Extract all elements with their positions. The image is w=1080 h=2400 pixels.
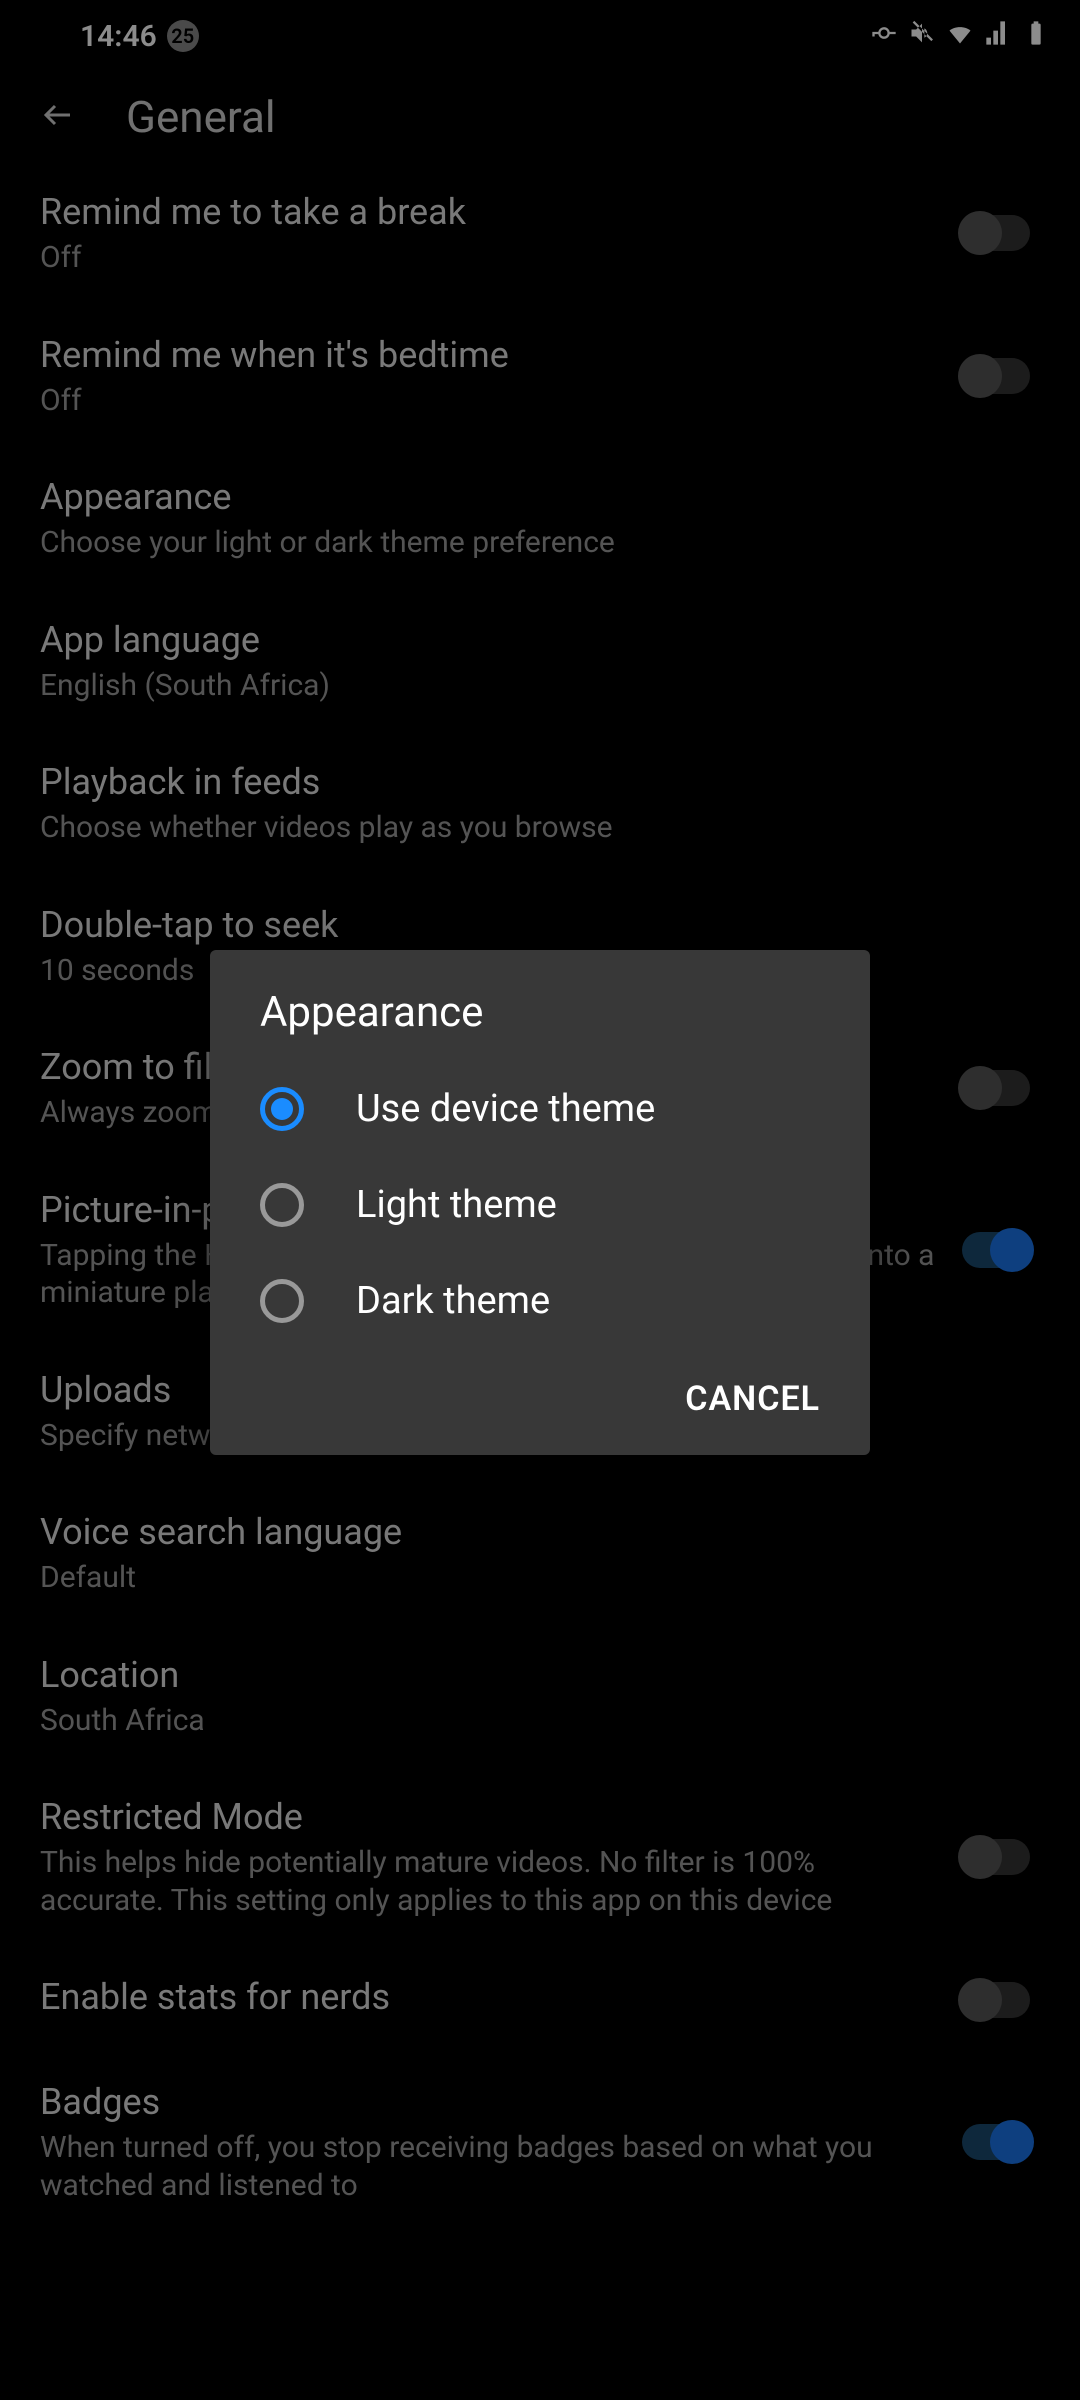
toggle-zoom-fill[interactable]: [962, 1070, 1030, 1106]
setting-row-stats-nerds[interactable]: Enable stats for nerds: [40, 1947, 1040, 2052]
wifi-icon: [946, 19, 974, 53]
row-subtitle: South Africa: [40, 1702, 1040, 1740]
toggle-break-reminder[interactable]: [962, 215, 1030, 251]
appearance-dialog: Appearance Use device theme Light theme …: [210, 950, 870, 1455]
dialog-title: Appearance: [210, 988, 870, 1061]
radio-label: Light theme: [356, 1183, 557, 1227]
status-notification-count: 25: [167, 20, 199, 52]
row-title: Location: [40, 1653, 1040, 1698]
radio-option-device-theme[interactable]: Use device theme: [210, 1061, 870, 1157]
toggle-stats-nerds[interactable]: [962, 1982, 1030, 2018]
row-subtitle: This helps hide potentially mature video…: [40, 1844, 942, 1919]
status-time: 14:46: [80, 19, 157, 54]
radio-option-light-theme[interactable]: Light theme: [210, 1157, 870, 1253]
radio-icon: [260, 1183, 304, 1227]
row-subtitle: Off: [40, 382, 942, 420]
radio-label: Dark theme: [356, 1279, 550, 1323]
status-right: [870, 19, 1050, 53]
page-title: General: [126, 91, 276, 143]
setting-row-restricted-mode[interactable]: Restricted Mode This helps hide potentia…: [40, 1767, 1040, 1947]
setting-row-break-reminder[interactable]: Remind me to take a break Off: [40, 162, 1040, 305]
radio-icon: [260, 1279, 304, 1323]
row-subtitle: When turned off, you stop receiving badg…: [40, 2129, 942, 2204]
row-title: Voice search language: [40, 1510, 1040, 1555]
status-left: 14:46 25: [30, 19, 199, 54]
radio-option-dark-theme[interactable]: Dark theme: [210, 1253, 870, 1349]
row-title: Badges: [40, 2080, 942, 2125]
row-title: Remind me when it's bedtime: [40, 333, 942, 378]
setting-row-voice-search[interactable]: Voice search language Default: [40, 1482, 1040, 1625]
radio-icon: [260, 1087, 304, 1131]
setting-row-appearance[interactable]: Appearance Choose your light or dark the…: [40, 447, 1040, 590]
row-title: Remind me to take a break: [40, 190, 942, 235]
row-subtitle: English (South Africa): [40, 667, 1040, 705]
cancel-button[interactable]: CANCEL: [685, 1379, 820, 1419]
setting-row-location[interactable]: Location South Africa: [40, 1625, 1040, 1768]
status-bar: 14:46 25: [0, 0, 1080, 72]
battery-icon: [1022, 19, 1050, 53]
dialog-actions: CANCEL: [210, 1349, 870, 1455]
row-subtitle: Choose your light or dark theme preferen…: [40, 524, 1040, 562]
toggle-bedtime-reminder[interactable]: [962, 358, 1030, 394]
row-title: Playback in feeds: [40, 760, 1040, 805]
row-title: App language: [40, 618, 1040, 663]
row-title: Appearance: [40, 475, 1040, 520]
mute-icon: [908, 19, 936, 53]
back-arrow-icon[interactable]: [40, 97, 76, 137]
setting-row-playback-feeds[interactable]: Playback in feeds Choose whether videos …: [40, 732, 1040, 875]
toggle-badges[interactable]: [962, 2124, 1030, 2160]
row-subtitle: Default: [40, 1559, 1040, 1597]
row-title: Enable stats for nerds: [40, 1975, 942, 2020]
setting-row-app-language[interactable]: App language English (South Africa): [40, 590, 1040, 733]
row-title: Double-tap to seek: [40, 903, 1040, 948]
header: General: [0, 72, 1080, 162]
vpn-key-icon: [870, 19, 898, 53]
radio-label: Use device theme: [356, 1087, 655, 1131]
toggle-pip[interactable]: [962, 1232, 1030, 1268]
toggle-restricted-mode[interactable]: [962, 1839, 1030, 1875]
setting-row-badges[interactable]: Badges When turned off, you stop receivi…: [40, 2052, 1040, 2232]
row-title: Restricted Mode: [40, 1795, 942, 1840]
row-subtitle: Off: [40, 239, 942, 277]
setting-row-bedtime-reminder[interactable]: Remind me when it's bedtime Off: [40, 305, 1040, 448]
row-subtitle: Choose whether videos play as you browse: [40, 809, 1040, 847]
signal-icon: [984, 19, 1012, 53]
